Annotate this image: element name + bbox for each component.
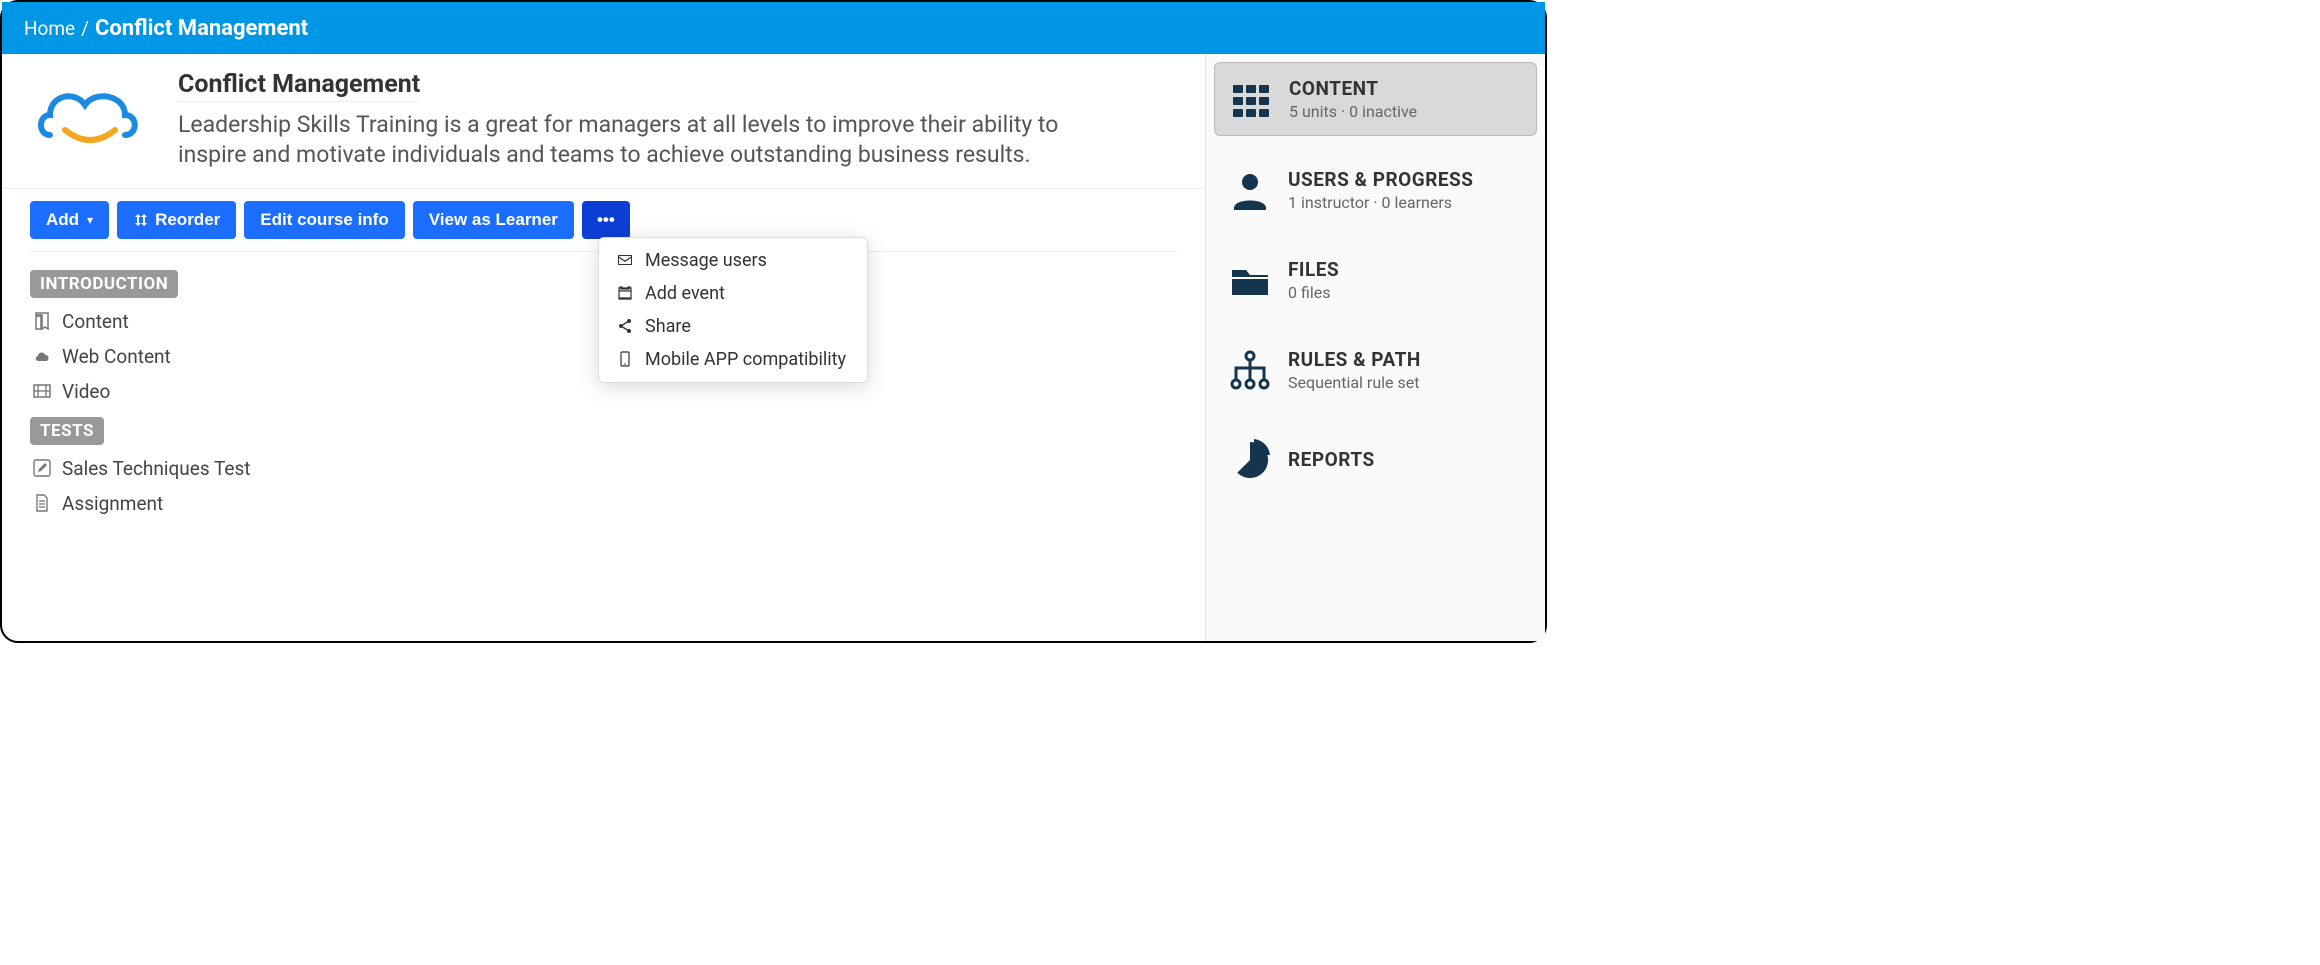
bookmark-page-icon bbox=[32, 311, 52, 331]
sidebar-item-users[interactable]: USERS & PROGRESS 1 instructor · 0 learne… bbox=[1214, 154, 1537, 226]
sidebar-item-title: USERS & PROGRESS bbox=[1288, 168, 1473, 191]
sidebar-item-subtitle: Sequential rule set bbox=[1288, 373, 1421, 392]
reorder-button-label: Reorder bbox=[155, 210, 220, 230]
section-label-introduction: INTRODUCTION bbox=[30, 270, 178, 298]
course-description: Leadership Skills Training is a great fo… bbox=[178, 110, 1128, 170]
unit-item-label: Content bbox=[62, 310, 129, 333]
menu-item-label: Message users bbox=[645, 250, 767, 271]
sidebar-item-title: CONTENT bbox=[1289, 77, 1417, 100]
breadcrumb-separator: / bbox=[81, 17, 89, 40]
sidebar-item-content[interactable]: CONTENT 5 units · 0 inactive bbox=[1214, 62, 1537, 136]
menu-item-label: Share bbox=[645, 316, 691, 337]
unit-item-sales-test[interactable]: Sales Techniques Test bbox=[30, 451, 1177, 486]
unit-item-label: Sales Techniques Test bbox=[62, 457, 251, 480]
unit-item-assignment[interactable]: Assignment bbox=[30, 486, 1177, 521]
sidebar: CONTENT 5 units · 0 inactive USERS & PRO… bbox=[1205, 54, 1545, 641]
menu-item-share[interactable]: Share bbox=[599, 310, 867, 343]
folder-icon bbox=[1228, 258, 1272, 302]
menu-item-label: Add event bbox=[645, 283, 725, 304]
course-info: Conflict Management Leadership Skills Tr… bbox=[178, 70, 1128, 170]
menu-item-label: Mobile APP compatibility bbox=[645, 349, 846, 370]
pie-chart-icon bbox=[1228, 438, 1272, 482]
sidebar-item-title: FILES bbox=[1288, 258, 1339, 281]
user-icon bbox=[1228, 168, 1272, 212]
sidebar-item-subtitle: 1 instructor · 0 learners bbox=[1288, 193, 1473, 212]
view-as-learner-button[interactable]: View as Learner bbox=[413, 201, 574, 239]
more-actions-button[interactable]: ••• bbox=[582, 201, 630, 239]
sidebar-item-title: REPORTS bbox=[1288, 448, 1375, 471]
reorder-button[interactable]: Reorder bbox=[117, 201, 236, 239]
reorder-icon bbox=[133, 212, 149, 228]
menu-item-mobile-compatibility[interactable]: Mobile APP compatibility bbox=[599, 343, 867, 376]
add-button[interactable]: Add bbox=[30, 201, 109, 239]
course-title: Conflict Management bbox=[178, 70, 420, 102]
section-label-tests: TESTS bbox=[30, 417, 104, 445]
edit-course-info-button[interactable]: Edit course info bbox=[244, 201, 404, 239]
cloud-icon bbox=[32, 346, 52, 366]
breadcrumb: Home / Conflict Management bbox=[24, 16, 308, 41]
breadcrumb-home-link[interactable]: Home bbox=[24, 17, 75, 40]
grid-icon bbox=[1229, 77, 1273, 121]
sidebar-item-files[interactable]: FILES 0 files bbox=[1214, 244, 1537, 316]
sidebar-item-title: RULES & PATH bbox=[1288, 348, 1421, 371]
header-bar: Home / Conflict Management bbox=[2, 2, 1545, 54]
share-icon bbox=[617, 318, 633, 334]
sidebar-item-subtitle: 0 files bbox=[1288, 283, 1339, 302]
cloud-logo-icon bbox=[30, 70, 150, 160]
breadcrumb-current: Conflict Management bbox=[95, 16, 308, 41]
pencil-square-icon bbox=[32, 458, 52, 478]
unit-item-label: Web Content bbox=[62, 345, 171, 368]
course-logo bbox=[30, 70, 150, 160]
document-icon bbox=[32, 493, 52, 513]
unit-item-label: Video bbox=[62, 380, 110, 403]
menu-item-message-users[interactable]: Message users bbox=[599, 244, 867, 277]
main-area: Conflict Management Leadership Skills Tr… bbox=[2, 54, 1205, 641]
calendar-icon bbox=[617, 285, 633, 301]
toolbar: Add Reorder Edit course info View as Lea… bbox=[2, 188, 1205, 239]
sidebar-item-reports[interactable]: REPORTS bbox=[1214, 424, 1537, 496]
film-icon bbox=[32, 381, 52, 401]
sidebar-item-rules[interactable]: RULES & PATH Sequential rule set bbox=[1214, 334, 1537, 406]
more-actions-menu: Message users Add event Share Mobile APP… bbox=[598, 237, 868, 383]
menu-item-add-event[interactable]: Add event bbox=[599, 277, 867, 310]
sidebar-item-subtitle: 5 units · 0 inactive bbox=[1289, 102, 1417, 121]
envelope-icon bbox=[617, 252, 633, 268]
course-header: Conflict Management Leadership Skills Tr… bbox=[2, 54, 1205, 178]
mobile-icon bbox=[617, 351, 633, 367]
hierarchy-icon bbox=[1228, 348, 1272, 392]
unit-item-label: Assignment bbox=[62, 492, 163, 515]
